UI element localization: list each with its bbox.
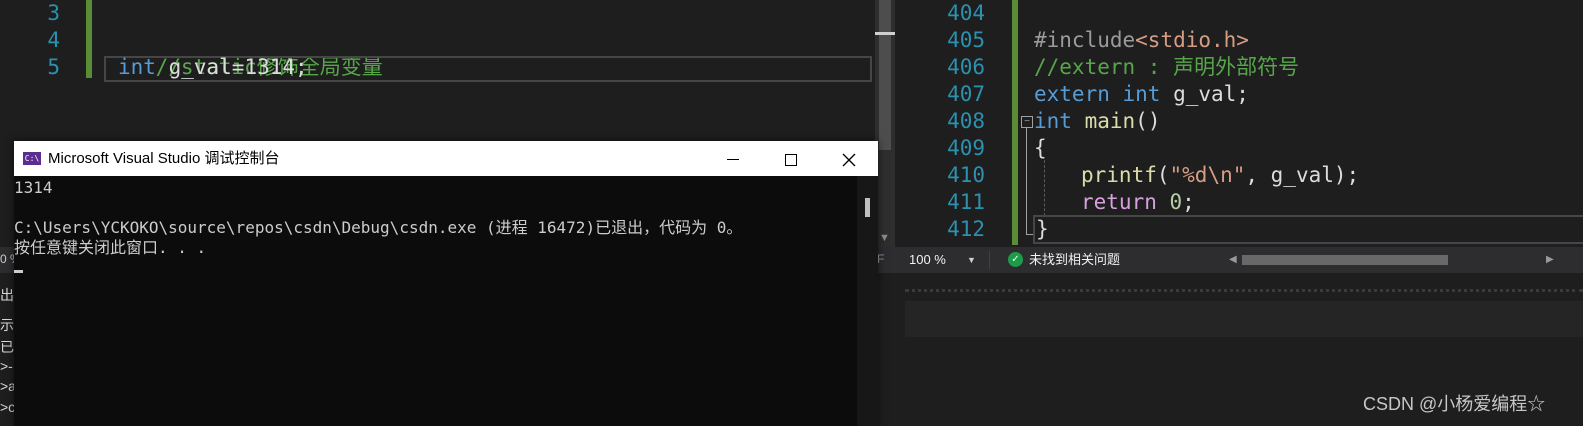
editor-status-bar: 100 % ▼ ✓ 未找到相关问题 ◀ ▶	[905, 247, 1583, 273]
code-text: ;	[1182, 190, 1195, 214]
code-text: }	[1036, 217, 1049, 241]
code-line-406[interactable]: //extern : 声明外部符号	[1034, 54, 1299, 81]
indent-guide	[1044, 160, 1045, 216]
output-fragment: 示	[0, 317, 14, 333]
console-output[interactable]: 1314 C:\Users\YCKOKO\source\repos\csdn\D…	[14, 176, 857, 426]
maximize-icon	[785, 153, 797, 166]
status-separator	[989, 251, 990, 269]
line-number: 407	[947, 82, 985, 106]
function-name-token: printf	[1081, 163, 1157, 187]
scrollbar-thumb[interactable]	[865, 198, 870, 217]
lower-tool-panel: CSDN @小杨爱编程☆	[905, 273, 1583, 426]
console-line: C:\Users\YCKOKO\source\repos\csdn\Debug\…	[14, 218, 743, 237]
line-number: 5	[47, 55, 60, 79]
check-circle-icon: ✓	[1008, 252, 1023, 267]
line-number: 4	[47, 28, 60, 52]
horizontal-scrollbar[interactable]	[1242, 254, 1542, 266]
line-number: 409	[947, 136, 985, 160]
number-token: 0	[1169, 190, 1183, 214]
line-number: 408	[947, 109, 985, 133]
line-number: 405	[947, 28, 985, 52]
code-text: ()	[1135, 109, 1161, 133]
line-number: 410	[947, 163, 985, 187]
line-number: 412	[947, 217, 985, 241]
code-text: {	[1034, 136, 1047, 160]
line-number: 411	[947, 190, 985, 214]
change-tracking-bar	[86, 0, 92, 78]
code-line-405[interactable]: #include<stdio.h>	[1034, 27, 1249, 54]
keyword-token: int	[1034, 109, 1072, 133]
code-text: g_val=1314;	[155, 55, 308, 79]
output-fragment: >-	[0, 358, 13, 374]
code-text: , g_val);	[1245, 163, 1360, 187]
panel-header	[905, 301, 1583, 337]
scrollbar-thumb[interactable]	[879, 0, 891, 150]
output-fragment: >c	[0, 399, 16, 415]
code-text: (	[1156, 163, 1170, 187]
console-vertical-scrollbar[interactable]	[857, 176, 878, 426]
code-line-412[interactable]: }	[1036, 216, 1049, 243]
issues-status-text[interactable]: 未找到相关问题	[1029, 251, 1120, 269]
preprocessor-token: #include	[1034, 28, 1136, 52]
line-number: 404	[947, 1, 985, 25]
change-tracking-bar	[1012, 0, 1018, 245]
code-line-5[interactable]: int g_val=1314;	[118, 54, 308, 81]
include-path-token: <stdio.h>	[1135, 28, 1249, 52]
close-button[interactable]	[820, 141, 878, 176]
minimize-button[interactable]	[704, 141, 762, 176]
string-token: "%d\n"	[1169, 163, 1246, 187]
text-cursor	[14, 270, 23, 273]
keyword-token: extern	[1034, 82, 1110, 106]
debug-console-window[interactable]: C:\ Microsoft Visual Studio 调试控制台 1314 C…	[14, 141, 878, 426]
comment-token: //extern : 声明外部符号	[1034, 55, 1300, 79]
code-text: g_val;	[1160, 82, 1249, 106]
line-number: 406	[947, 55, 985, 79]
console-line: 按任意键关闭此窗口. . .	[14, 238, 207, 257]
left-editor-vertical-scrollbar[interactable]: ▼	[875, 0, 895, 250]
code-line-411[interactable]: return 0;	[1081, 189, 1195, 216]
code-line-409[interactable]: {	[1034, 135, 1047, 162]
chevron-down-icon[interactable]: ▼	[967, 251, 976, 269]
maximize-button[interactable]	[762, 141, 820, 176]
keyword-token: return	[1081, 190, 1157, 214]
code-line-410[interactable]: printf("%d\n", g_val);	[1081, 162, 1359, 189]
right-code-editor[interactable]: 404 405 406 407 408 409 410 411 412 − #i…	[905, 0, 1583, 247]
scrollbar-caret-marker	[875, 32, 895, 35]
scroll-down-arrow-icon[interactable]: ▼	[879, 232, 890, 244]
code-line-408[interactable]: int main()	[1034, 108, 1160, 135]
scroll-right-arrow-icon[interactable]: ▶	[1546, 251, 1554, 269]
minimize-icon	[727, 159, 739, 161]
output-fragment: 出	[0, 287, 14, 303]
current-line-highlight	[1033, 215, 1583, 244]
code-line-407[interactable]: extern int g_val;	[1034, 81, 1249, 108]
panel-splitter[interactable]	[905, 289, 1583, 292]
keyword-token: int	[1122, 82, 1161, 106]
scroll-left-arrow-icon[interactable]: ◀	[1229, 251, 1237, 269]
console-app-icon: C:\	[23, 152, 41, 165]
console-line: 1314	[14, 178, 53, 197]
status-fragment: F	[877, 252, 885, 266]
keyword-token: int	[118, 55, 156, 79]
console-title-bar[interactable]: C:\ Microsoft Visual Studio 调试控制台	[14, 141, 878, 176]
watermark-text: CSDN @小杨爱编程☆	[1363, 394, 1546, 414]
line-number: 3	[47, 1, 60, 25]
close-icon	[842, 153, 856, 166]
collapse-toggle-icon[interactable]: −	[1021, 116, 1033, 128]
scrollbar-thumb[interactable]	[1242, 255, 1448, 265]
console-window-title: Microsoft Visual Studio 调试控制台	[48, 150, 280, 167]
outline-guide	[1026, 128, 1027, 234]
function-name-token: main	[1084, 109, 1136, 133]
